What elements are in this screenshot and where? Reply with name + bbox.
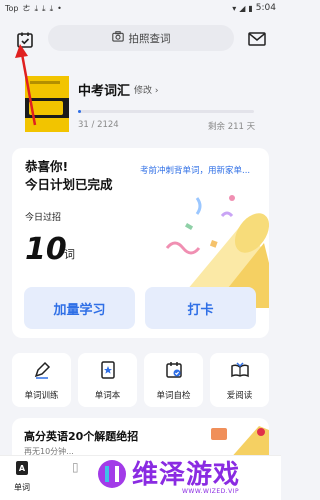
chevron-right-icon: › — [154, 86, 159, 96]
book-title: 中考词汇 — [78, 84, 131, 99]
tool-label: 单词训练 — [24, 391, 59, 401]
check-in-button[interactable]: 打卡 — [145, 287, 256, 329]
congrats-line2: 今日计划已完成 — [25, 177, 113, 192]
camera-icon — [111, 31, 124, 45]
pencil-icon — [32, 360, 52, 384]
nav-item-words[interactable]: A 单词 — [14, 460, 30, 493]
download-icon-3: ⤓ — [49, 3, 54, 13]
calendar-check-icon — [164, 360, 184, 384]
congrats-text: 恭喜你! 今日计划已完成 — [25, 158, 113, 194]
progress-count: 31 / 2124 — [78, 120, 119, 130]
today-label: 今日过招 — [25, 213, 62, 223]
tool-word-selftest[interactable]: 单词自检 — [144, 353, 203, 407]
second-tab-icon: ▯ — [72, 460, 79, 474]
progress-remaining: 剩余 211 天 — [208, 122, 256, 132]
download-icon: ⤓ — [34, 3, 39, 13]
book-edit-label: 修改 — [134, 86, 153, 96]
book-progress-bar — [78, 110, 254, 113]
photo-search-bar[interactable]: 拍照查词 — [48, 25, 234, 51]
promo-link[interactable]: 考前冲刺背单词，用新家单... — [140, 164, 250, 176]
tool-label: 爱阅读 — [226, 391, 253, 401]
battery-icon: ▮ — [248, 3, 253, 13]
calendar-check-icon[interactable] — [15, 30, 35, 50]
book-edit-link[interactable]: 修改 › — [134, 83, 159, 96]
watermark-emblem — [98, 460, 126, 488]
nav-label-words: 单词 — [14, 483, 30, 492]
status-top-text: Top — [5, 4, 19, 13]
svg-text:A: A — [19, 464, 26, 473]
banner-title: 高分英语20个解题绝招 — [24, 430, 139, 443]
watermark-subtext: WWW.WIZED.VIP — [182, 488, 240, 495]
today-unit: 词 — [64, 248, 75, 261]
watermark-logo: 维泽游戏 WWW.WIZED.VIP — [92, 452, 282, 500]
congrats-line1: 恭喜你! — [25, 159, 69, 174]
wifi-icon: ▾ — [232, 3, 237, 13]
tool-label: 单词本 — [94, 391, 121, 401]
nav-item-second[interactable]: ▯ — [72, 460, 79, 474]
book-cover-image[interactable] — [25, 76, 69, 132]
tool-word-book[interactable]: 单词本 — [78, 353, 137, 407]
status-right: ▾ ◢ ▮ 5:04 — [232, 3, 276, 13]
tool-reading[interactable]: 爱阅读 — [210, 353, 269, 407]
mail-icon[interactable] — [248, 31, 266, 47]
open-book-icon — [230, 360, 250, 384]
status-left: Top ㄜ ⤓ ⤓ ⤓ • — [5, 3, 62, 14]
star-book-icon — [98, 360, 118, 384]
status-bar: Top ㄜ ⤓ ⤓ ⤓ • ▾ ◢ ▮ 5:04 — [0, 0, 281, 18]
watermark-text: 维泽游戏 — [132, 460, 241, 490]
dot-icon: • — [57, 4, 62, 13]
status-time: 5:04 — [255, 3, 276, 13]
status-app-icon: ㄜ — [22, 4, 31, 13]
today-count: 10 — [25, 232, 67, 267]
tool-label: 单词自检 — [156, 391, 191, 401]
search-label: 拍照查词 — [128, 32, 171, 45]
extra-study-button[interactable]: 加量学习 — [24, 287, 135, 329]
tool-word-training[interactable]: 单词训练 — [12, 353, 71, 407]
signal-icon: ◢ — [239, 3, 246, 13]
download-icon-2: ⤓ — [42, 3, 46, 13]
tools-grid: 单词训练 单词本 单词自检 爱阅读 — [12, 353, 269, 407]
words-tab-icon: A — [15, 460, 29, 480]
book-progress-fill — [78, 110, 81, 113]
daily-plan-card: 恭喜你! 今日计划已完成 考前冲刺背单词，用新家单... 今日过招 10 词 加… — [12, 148, 269, 338]
